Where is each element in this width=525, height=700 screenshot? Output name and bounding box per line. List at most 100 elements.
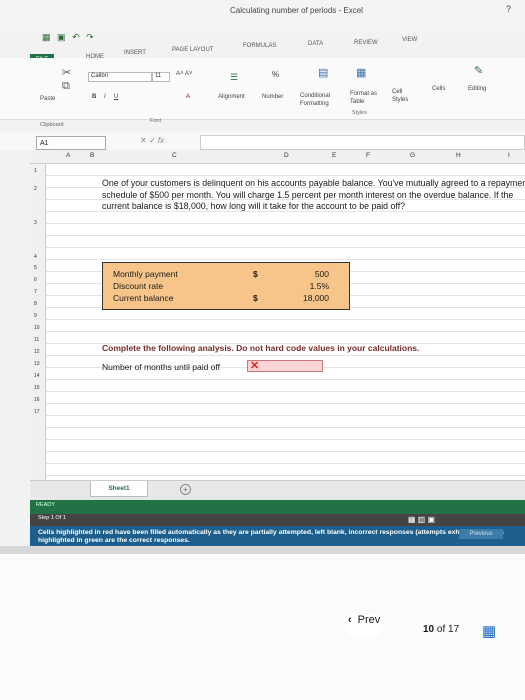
page-counter: 10 of 17	[423, 624, 459, 635]
step-bar: Step 1 Of 1 ▦ ▥ ▣	[30, 514, 525, 526]
sheet-tabs-bar: Sheet1 +	[30, 480, 525, 500]
input-currency: $	[253, 269, 258, 279]
row-header[interactable]: 9	[34, 313, 37, 319]
cut-icon[interactable]: ✂	[62, 66, 71, 79]
formula-input[interactable]	[200, 135, 525, 150]
tab-formulas[interactable]: FORMULAS	[243, 43, 276, 49]
font-name-select[interactable]: Calibri	[88, 72, 152, 82]
cancel-icon[interactable]: ✕	[140, 136, 147, 145]
prev-label: Prev	[357, 614, 381, 626]
column-headers: A B C D E F G H I	[30, 150, 525, 164]
formula-bar: A1 ✕ ✓ fx	[0, 132, 525, 150]
tab-view[interactable]: VIEW	[402, 37, 417, 43]
tab-review[interactable]: REVIEW	[354, 40, 378, 46]
tab-page-layout[interactable]: PAGE LAYOUT	[172, 47, 213, 53]
row-header[interactable]: 2	[34, 186, 37, 192]
incorrect-x-icon: ✕	[250, 360, 260, 372]
inputs-box: Monthly payment $ 500 Discount rate 1.5%…	[102, 262, 350, 310]
pagination-area: ‹ Prev 10 of 17 ▦	[0, 554, 525, 700]
column-header[interactable]: E	[332, 152, 336, 159]
column-header[interactable]: A	[66, 152, 70, 159]
answer-cell[interactable]: ✕	[247, 360, 323, 372]
problem-text: One of your customers is delinquent on h…	[102, 178, 525, 211]
tab-insert[interactable]: INSERT	[124, 50, 146, 56]
row-header[interactable]: 8	[34, 301, 37, 307]
tab-data[interactable]: DATA	[308, 41, 323, 47]
row-header[interactable]: 11	[34, 337, 39, 343]
column-header[interactable]: G	[410, 152, 415, 159]
input-value[interactable]: 500	[315, 269, 329, 279]
conditional-formatting-button[interactable]: Conditional Formatting	[300, 92, 350, 108]
row-header[interactable]: 14	[34, 373, 40, 379]
feedback-text: Cells highlighted in red have been fille…	[38, 529, 504, 544]
format-as-table-button[interactable]: Format as Table	[350, 90, 386, 106]
row-header[interactable]: 15	[34, 385, 40, 391]
sheet-tab[interactable]: Sheet1	[90, 481, 148, 497]
row-header[interactable]: 4	[34, 254, 37, 260]
grow-shrink-font-icon[interactable]: A˄ A˅	[176, 71, 192, 77]
row-header[interactable]: 5	[34, 265, 37, 271]
add-sheet-button[interactable]: +	[180, 484, 191, 495]
input-label: Discount rate	[113, 281, 164, 291]
column-header[interactable]: B	[90, 152, 94, 159]
column-header[interactable]: D	[284, 152, 289, 159]
status-ready: READY	[36, 502, 55, 508]
styles-group-label: Styles	[352, 110, 367, 116]
screen-bezel	[0, 546, 525, 554]
row-header[interactable]: 6	[34, 277, 37, 283]
underline-button[interactable]: U	[114, 94, 118, 100]
page-of: of	[436, 624, 446, 635]
row-header[interactable]: 3	[34, 220, 37, 226]
grid-menu-icon[interactable]: ▦	[482, 622, 496, 640]
alignment-icon[interactable]: ☰	[230, 72, 238, 83]
row-header[interactable]: 13	[34, 361, 40, 367]
bold-button[interactable]: B	[92, 94, 96, 100]
row-headers: 1 2 3 4 5 6 7 8 9 10 11 12 13 14 15 16 1…	[30, 164, 46, 480]
row-header[interactable]: 10	[34, 325, 40, 331]
number-button[interactable]: Number	[262, 94, 283, 100]
row-header[interactable]: 16	[34, 397, 40, 403]
copy-icon[interactable]: ⧉	[62, 80, 70, 93]
excel-window: Calculating number of periods - Excel ? …	[0, 0, 525, 700]
font-size-select[interactable]: 11	[152, 72, 170, 82]
previous-step-button[interactable]: Previous	[459, 529, 503, 539]
row-header[interactable]: 7	[34, 289, 37, 295]
editing-button[interactable]: Editing	[468, 86, 486, 92]
answer-label: Number of months until paid off	[102, 362, 220, 372]
column-header[interactable]: H	[456, 152, 461, 159]
input-value[interactable]: 18,000	[303, 293, 329, 303]
conditional-formatting-icon: ▤	[318, 67, 329, 79]
page-current: 10	[423, 624, 435, 635]
alignment-button[interactable]: Alignment	[218, 94, 245, 100]
instruction-text: Complete the following analysis. Do not …	[102, 343, 420, 353]
window-title: Calculating number of periods - Excel	[230, 6, 363, 15]
row-header[interactable]: 17	[34, 409, 40, 415]
step-indicator: Step 1 Of 1	[38, 515, 66, 521]
find-icon: ✎	[474, 65, 484, 77]
ribbon-tabs: FILE HOME INSERT PAGE LAYOUT FORMULAS DA…	[0, 37, 525, 66]
name-box[interactable]: A1	[36, 136, 106, 150]
cells-button[interactable]: Cells	[432, 86, 445, 92]
row-header[interactable]: 1	[34, 168, 37, 174]
paste-button[interactable]: Paste	[40, 96, 55, 102]
worksheet-grid: A B C D E F G H I 1 2 3 4 5 6 7 8 9 10 1…	[30, 150, 525, 480]
column-header[interactable]: I	[508, 152, 510, 159]
column-header[interactable]: C	[172, 152, 177, 159]
view-mode-icons[interactable]: ▦ ▥ ▣	[408, 515, 435, 524]
italic-button[interactable]: I	[104, 94, 106, 100]
input-label: Monthly payment	[113, 269, 178, 279]
cell-styles-button[interactable]: Cell Styles	[392, 88, 416, 104]
chevron-left-icon: ‹	[348, 614, 352, 626]
insert-function-button[interactable]: fx	[158, 136, 164, 145]
input-value[interactable]: 1.5%	[310, 281, 329, 291]
help-button[interactable]: ?	[506, 4, 511, 14]
row-header[interactable]: 12	[34, 349, 40, 355]
font-color-button[interactable]: A	[186, 94, 190, 100]
number-format-icon[interactable]: %	[272, 70, 279, 79]
prev-button[interactable]: ‹ Prev	[348, 614, 381, 636]
page-total: 17	[448, 624, 460, 635]
status-bar: READY	[30, 500, 525, 514]
column-header[interactable]: F	[366, 152, 370, 159]
ribbon: ✂ ⧉ Paste Calibri 11 A˄ A˅ B I U A ☰ Ali…	[0, 58, 525, 128]
enter-icon[interactable]: ✓	[149, 136, 156, 145]
